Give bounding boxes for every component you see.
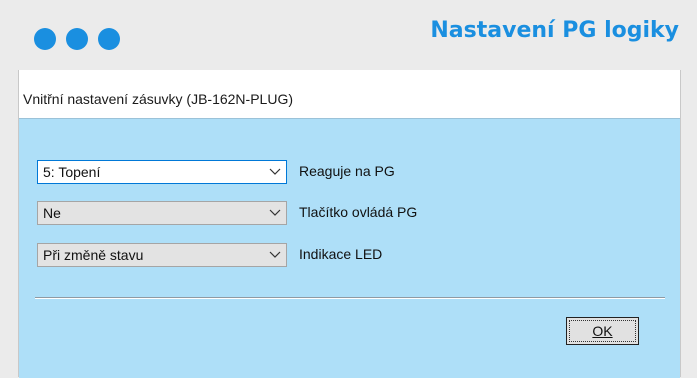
dot-1	[34, 28, 56, 50]
react-pg-label: Reaguje na PG	[299, 163, 395, 179]
button-controls-pg-select[interactable]: Ne	[37, 201, 287, 225]
led-indication-select[interactable]: Při změně stavu	[37, 243, 287, 267]
dot-2	[66, 28, 88, 50]
button-controls-pg-select-value: Ne	[43, 205, 61, 221]
dialog-client-area: 5: Topení Reaguje na PG Ne Tlačítko ovlá…	[19, 118, 680, 378]
ok-button-label: OK	[592, 323, 613, 339]
dialog-title: Vnitřní nastavení zásuvky (JB-162N-PLUG)	[23, 91, 293, 107]
chevron-down-icon	[269, 168, 281, 175]
chevron-down-icon	[269, 209, 281, 216]
dot-3	[98, 28, 120, 50]
chevron-down-icon	[269, 251, 281, 258]
react-pg-select-value: 5: Topení	[43, 164, 101, 180]
ok-button[interactable]: OK	[566, 317, 639, 345]
led-indication-label: Indikace LED	[299, 246, 383, 262]
react-pg-select[interactable]: 5: Topení	[37, 160, 287, 184]
button-controls-pg-label: Tlačítko ovládá PG	[299, 204, 418, 220]
page-title: Nastavení PG logiky	[430, 18, 679, 43]
dialog-window: Vnitřní nastavení zásuvky (JB-162N-PLUG)…	[18, 70, 681, 378]
separator	[35, 297, 665, 299]
led-indication-select-value: Při změně stavu	[43, 247, 144, 263]
